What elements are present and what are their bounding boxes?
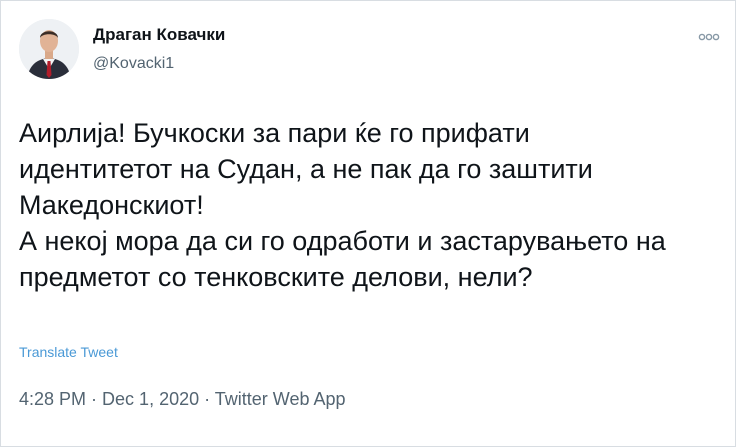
tweet-text-line: А некој мора да си го одработи и застару… xyxy=(19,226,666,256)
meta-separator: · xyxy=(199,389,215,409)
tweet-text-line: Македонскиот! xyxy=(19,190,204,220)
tweet-text-line: Аирлија! Бучкоски за пари ќе го прифати xyxy=(19,118,530,148)
tweet-time[interactable]: 4:28 PM xyxy=(19,389,86,409)
translate-tweet-link[interactable]: Translate Tweet xyxy=(19,344,118,360)
tweet-metadata: 4:28 PM · Dec 1, 2020 · Twitter Web App xyxy=(19,389,346,410)
avatar[interactable] xyxy=(19,19,79,79)
more-options-icon xyxy=(698,33,720,41)
tweet-card: Драган Ковачки @Kovacki1 Аирлија! Бучкос… xyxy=(0,0,736,447)
tweet-text-line: идентитетот на Судан, а не пак да го заш… xyxy=(19,154,593,184)
tweet-date[interactable]: Dec 1, 2020 xyxy=(102,389,199,409)
meta-separator: · xyxy=(86,389,103,409)
author-handle[interactable]: @Kovacki1 xyxy=(93,55,174,73)
tweet-source[interactable]: Twitter Web App xyxy=(215,389,346,409)
author-display-name[interactable]: Драган Ковачки xyxy=(93,25,225,45)
avatar-photo xyxy=(19,19,79,79)
tweet-text: Аирлија! Бучкоски за пари ќе го прифати … xyxy=(19,115,719,295)
tweet-text-line: предметот со тенковските делови, нели? xyxy=(19,262,533,292)
more-options-button[interactable] xyxy=(697,29,721,45)
